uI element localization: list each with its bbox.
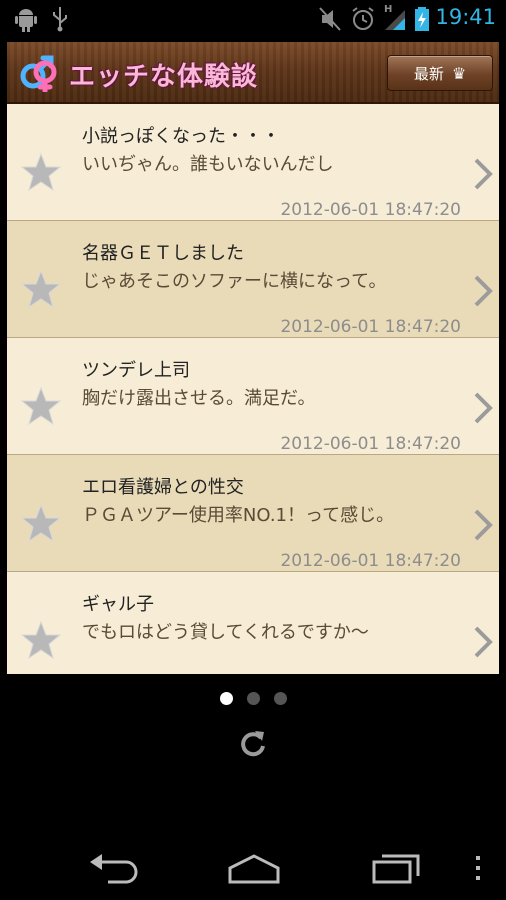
item-subtitle: いいぢゃん。誰もいないんだし (82, 154, 334, 175)
favorite-star-icon[interactable] (21, 620, 61, 660)
page-dot-2[interactable] (246, 692, 260, 705)
chevron-right-icon (474, 392, 493, 424)
page-dot-1[interactable] (219, 692, 233, 705)
android-debug-icon (15, 9, 37, 32)
item-date: 2012-06-01 18:47:20 (280, 551, 461, 571)
item-title: エロ看護婦との性交 (82, 477, 244, 498)
chevron-right-icon (474, 158, 493, 190)
favorite-star-icon[interactable] (21, 503, 61, 543)
favorite-star-icon[interactable] (21, 386, 61, 426)
chevron-right-icon (474, 626, 493, 658)
status-bar: H 19:41 (0, 0, 506, 38)
mute-icon (319, 7, 341, 31)
item-date: 2012-06-01 18:47:20 (280, 317, 461, 337)
item-subtitle: でもロはどう貸してくれるですか〜 (82, 622, 369, 643)
item-subtitle: じゃあそこのソファーに横になって。 (82, 271, 387, 292)
favorite-star-icon[interactable] (21, 269, 61, 309)
chevron-right-icon (474, 509, 493, 541)
item-subtitle: ＰＧＡツアー使用率NO.1！って感じ。 (82, 505, 395, 526)
item-subtitle: 胸だけ露出させる。満足だ。 (82, 388, 316, 409)
item-title: 名器ＧＥＴしました (82, 243, 244, 264)
gender-symbols-logo (20, 55, 57, 92)
navigation-bar (0, 840, 506, 900)
refresh-icon[interactable] (237, 728, 269, 760)
list-item[interactable]: 小説っぽくなった・・・ いいぢゃん。誰もいないんだし 2012-06-01 18… (7, 104, 499, 221)
favorite-star-icon[interactable] (21, 152, 61, 192)
page-dot-3[interactable] (273, 692, 287, 705)
list-item[interactable]: ツンデレ上司 胸だけ露出させる。満足だ。 2012-06-01 18:47:20 (7, 338, 499, 455)
app-title: エッチな体験談 (69, 62, 259, 92)
item-date: 2012-06-01 18:47:20 (280, 200, 461, 220)
alarm-icon (352, 7, 374, 30)
item-title: ギャル子 (82, 594, 154, 615)
signal-icon (385, 10, 405, 30)
clock: 19:41 (435, 5, 496, 29)
app-window: エッチな体験談 最新 ♛ 小説っぽくなった・・・ いいぢゃん。誰もいないんだし … (7, 42, 499, 674)
latest-button-label: 最新 (413, 64, 444, 83)
chevron-right-icon (474, 275, 493, 307)
item-title: ツンデレ上司 (82, 360, 190, 381)
crown-icon: ♛ (451, 63, 467, 83)
battery-charging-icon (415, 7, 429, 31)
list-item[interactable]: エロ看護婦との性交 ＰＧＡツアー使用率NO.1！って感じ。 2012-06-01… (7, 455, 499, 572)
list-item[interactable]: 名器ＧＥＴしました じゃあそこのソファーに横になって。 2012-06-01 1… (7, 221, 499, 338)
recent-apps-icon[interactable] (370, 850, 422, 886)
item-title: 小説っぽくなった・・・ (82, 126, 280, 147)
back-icon[interactable] (86, 850, 140, 886)
page-indicator (0, 692, 506, 712)
latest-button[interactable]: 最新 ♛ (387, 55, 493, 91)
app-header: エッチな体験談 最新 ♛ (7, 42, 499, 104)
home-icon[interactable] (226, 850, 282, 886)
story-list: 小説っぽくなった・・・ いいぢゃん。誰もいないんだし 2012-06-01 18… (7, 104, 499, 674)
list-item[interactable]: ギャル子 でもロはどう貸してくれるですか〜 (7, 572, 499, 674)
item-date: 2012-06-01 18:47:20 (280, 434, 461, 454)
usb-icon (53, 7, 67, 32)
menu-icon[interactable] (470, 850, 486, 886)
